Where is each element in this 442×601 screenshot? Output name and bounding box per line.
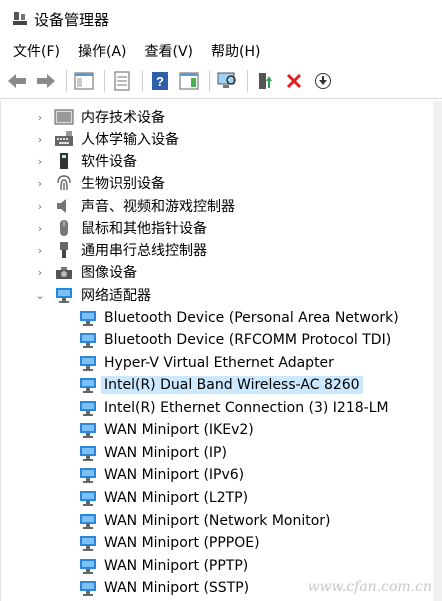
back-arrow-icon	[8, 74, 26, 88]
properties-icon	[114, 71, 130, 91]
scan-hardware-button[interactable]	[214, 68, 240, 94]
speaker-icon	[57, 199, 66, 213]
menu-view[interactable]: 查看(V)	[136, 41, 203, 61]
toolbar-separator	[66, 70, 67, 92]
tree-device-label: WAN Miniport (IKEv2)	[104, 422, 254, 438]
tree-device-label: Intel(R) Dual Band Wireless-AC 8260	[101, 376, 363, 394]
tree-device-label: WAN Miniport (L2TP)	[104, 490, 249, 506]
tree-category-label: 网络适配器	[81, 288, 151, 304]
network-adapter-icon	[80, 356, 96, 371]
tree-category-label: 通用串行总线控制器	[81, 243, 207, 259]
toolbar-separator	[247, 70, 248, 92]
software-device-icon	[60, 153, 68, 169]
device-tree: › 内存技术设备 › 人体学输入设备 › 软件设备 › 生物识别设备 › 声音、…	[0, 101, 434, 601]
back-button[interactable]	[4, 68, 30, 94]
show-hide-console-tree-button[interactable]	[71, 68, 97, 94]
action-pane-icon	[179, 72, 199, 90]
chevron-right-icon[interactable]: ›	[34, 244, 46, 257]
network-adapter-icon	[80, 468, 96, 483]
tree-category-label: 内存技术设备	[81, 110, 165, 126]
network-adapter-icon	[80, 491, 96, 506]
help-button[interactable]: ?	[147, 68, 173, 94]
mouse-icon	[60, 220, 68, 236]
chevron-right-icon[interactable]: ›	[34, 200, 46, 213]
tree-category-label: 鼠标和其他指针设备	[81, 221, 207, 237]
tree-device-label: Hyper-V Virtual Ethernet Adapter	[104, 355, 334, 371]
tree-device-label: WAN Miniport (IPv6)	[104, 467, 245, 483]
download-icon	[315, 73, 331, 89]
tree-device-label: WAN Miniport (PPPOE)	[104, 535, 260, 551]
tree-device-label: Bluetooth Device (RFCOMM Protocol TDI)	[104, 332, 392, 348]
tree-category-label: 声音、视频和游戏控制器	[81, 199, 235, 215]
chevron-right-icon[interactable]: ›	[34, 111, 46, 124]
title-bar: 设备管理器	[0, 0, 442, 38]
network-adapter-icon	[80, 378, 96, 393]
tree-device-label: WAN Miniport (Network Monitor)	[104, 513, 331, 529]
tree-device-label: Bluetooth Device (Personal Area Network)	[104, 310, 399, 326]
network-adapter-icon	[80, 401, 96, 416]
network-adapter-icon	[56, 288, 72, 303]
chevron-right-icon[interactable]: ›	[34, 177, 46, 190]
chevron-right-icon[interactable]: ›	[34, 266, 46, 279]
tree-category-label: 图像设备	[81, 265, 137, 281]
chevron-right-icon[interactable]: ›	[34, 155, 46, 168]
menu-bar: 文件(F) 操作(A) 查看(V) 帮助(H)	[0, 38, 442, 64]
tree-device-label: WAN Miniport (PPTP)	[104, 558, 249, 574]
toolbar-separator	[142, 70, 143, 92]
watermark: www.cfan.com.cn	[307, 579, 432, 595]
uninstall-device-icon	[286, 73, 302, 89]
network-adapter-icon	[80, 559, 96, 574]
keyboard-icon	[55, 131, 73, 146]
network-adapter-icon	[80, 311, 96, 326]
help-icon: ?	[152, 72, 168, 90]
camera-icon	[56, 267, 72, 279]
network-adapter-icon	[80, 446, 96, 461]
network-adapter-icon	[80, 536, 96, 551]
update-driver-button[interactable]	[252, 68, 278, 94]
tree-device-label: WAN Miniport (SSTP)	[104, 580, 250, 596]
menu-help[interactable]: 帮助(H)	[202, 41, 269, 61]
menu-file[interactable]: 文件(F)	[4, 41, 69, 61]
show-hide-console-tree-icon	[74, 72, 94, 90]
properties-button[interactable]	[109, 68, 135, 94]
forward-arrow-icon	[37, 74, 55, 88]
tree-device-label: WAN Miniport (IP)	[104, 445, 227, 461]
vertical-scrollbar[interactable]	[433, 101, 442, 601]
network-adapter-icon	[80, 423, 96, 438]
tree-category-label: 人体学输入设备	[81, 132, 179, 148]
update-driver-icon	[259, 73, 272, 89]
fingerprint-icon	[57, 175, 71, 191]
action-pane-button[interactable]	[176, 68, 202, 94]
uninstall-device-button[interactable]	[281, 68, 307, 94]
menu-action[interactable]: 操作(A)	[69, 41, 136, 61]
chevron-down-icon[interactable]: ⌄	[34, 289, 46, 302]
scan-hardware-icon	[217, 72, 236, 88]
network-adapter-icon	[80, 333, 96, 348]
chevron-right-icon[interactable]: ›	[34, 133, 46, 146]
window-title: 设备管理器	[34, 10, 110, 29]
chevron-right-icon[interactable]: ›	[34, 222, 46, 235]
network-adapter-icon	[80, 514, 96, 529]
device-manager-icon	[13, 12, 27, 25]
forward-button[interactable]	[33, 68, 59, 94]
tree-device-label: Intel(R) Ethernet Connection (3) I218-LM	[104, 400, 389, 416]
memory-device-icon	[54, 109, 74, 125]
tree-category-label: 生物识别设备	[81, 176, 165, 192]
toolbar-separator	[209, 70, 210, 92]
toolbar: ?	[0, 64, 442, 99]
toolbar-separator	[104, 70, 105, 92]
download-button[interactable]	[310, 68, 336, 94]
tree-category-label: 软件设备	[81, 154, 137, 170]
network-adapter-icon	[80, 581, 96, 596]
usb-icon	[60, 242, 68, 258]
svg-text:?: ?	[156, 74, 164, 89]
